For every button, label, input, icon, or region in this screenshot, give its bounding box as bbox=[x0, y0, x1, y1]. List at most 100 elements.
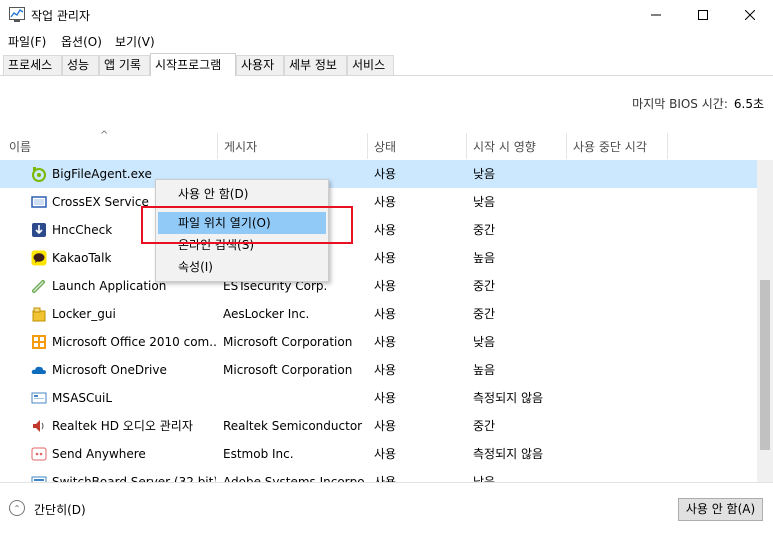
minimize-icon bbox=[651, 14, 661, 16]
title-bar: 작업 관리자 bbox=[0, 0, 773, 30]
row-name: Locker_gui bbox=[52, 307, 116, 321]
table-row[interactable]: SwitchBoard Server (32 bit) Adobe System… bbox=[0, 468, 757, 482]
table-row[interactable]: MSASCuiL 사용 측정되지 않음 bbox=[0, 384, 757, 412]
table-row[interactable]: Realtek HD 오디오 관리자 Realtek Semiconductor… bbox=[0, 412, 757, 440]
row-impact: 낮음 bbox=[473, 167, 496, 181]
row-status: 사용 bbox=[374, 251, 397, 265]
row-status: 사용 bbox=[374, 335, 397, 349]
row-impact: 중간 bbox=[473, 223, 496, 237]
row-publisher: Microsoft Corporation bbox=[223, 335, 353, 349]
menu-bar: 파일(F) 옵션(O) 보기(V) bbox=[0, 30, 773, 52]
column-disabled-time[interactable]: 사용 중단 시각 bbox=[567, 133, 667, 159]
task-manager-icon bbox=[9, 7, 25, 22]
minimize-button[interactable] bbox=[633, 0, 679, 30]
launch-icon bbox=[32, 280, 45, 293]
row-status: 사용 bbox=[374, 279, 397, 293]
row-name: Microsoft OneDrive bbox=[52, 363, 167, 377]
vertical-scrollbar[interactable] bbox=[757, 160, 773, 482]
row-name: Realtek HD 오디오 관리자 bbox=[52, 419, 193, 433]
row-status: 사용 bbox=[374, 223, 397, 237]
locker-icon bbox=[32, 307, 46, 322]
row-name: Send Anywhere bbox=[52, 447, 146, 461]
kakaotalk-icon bbox=[31, 250, 47, 266]
chevron-up-icon[interactable]: ⌃ bbox=[9, 500, 25, 516]
tab-performance[interactable]: 성능 bbox=[62, 55, 99, 75]
context-menu-disable[interactable]: 사용 안 함(D) bbox=[158, 183, 326, 205]
context-menu-open-file-location[interactable]: 파일 위치 열기(O) bbox=[158, 212, 326, 234]
table-row[interactable]: Send Anywhere Estmob Inc. 사용 측정되지 않음 bbox=[0, 440, 757, 468]
table-row[interactable]: BigFileAgent.exe 사용 낮음 bbox=[0, 160, 757, 188]
hnc-icon bbox=[32, 223, 46, 237]
crossex-icon bbox=[31, 196, 47, 208]
sendanywhere-icon bbox=[31, 447, 47, 461]
tab-details[interactable]: 세부 정보 bbox=[284, 55, 347, 75]
close-icon bbox=[745, 10, 755, 20]
row-publisher: Adobe Systems Incorpo... bbox=[223, 475, 365, 482]
scrollbar-thumb[interactable] bbox=[760, 280, 770, 450]
switchboard-icon bbox=[31, 476, 47, 482]
row-status: 사용 bbox=[374, 391, 397, 405]
bios-time-label: 마지막 BIOS 시간: bbox=[632, 97, 728, 111]
menu-view[interactable]: 보기(V) bbox=[115, 33, 155, 50]
tab-processes[interactable]: 프로세스 bbox=[3, 55, 62, 75]
column-divider[interactable] bbox=[667, 133, 668, 159]
startup-list: BigFileAgent.exe 사용 낮음 CrossEX Service 사… bbox=[0, 160, 757, 482]
maximize-icon bbox=[698, 10, 708, 20]
column-startup-impact[interactable]: 시작 시 영향 bbox=[467, 133, 566, 159]
footer: ⌃ 간단히(D) 사용 안 함(A) bbox=[0, 482, 773, 535]
row-name: SwitchBoard Server (32 bit) bbox=[52, 475, 216, 482]
context-menu: 사용 안 함(D) 파일 위치 열기(O) 온라인 검색(S) 속성(I) bbox=[155, 179, 329, 282]
row-name: MSASCuiL bbox=[52, 391, 113, 405]
menu-options[interactable]: 옵션(O) bbox=[61, 33, 102, 50]
row-publisher: AesLocker Inc. bbox=[223, 307, 310, 321]
row-status: 사용 bbox=[374, 363, 397, 377]
row-status: 사용 bbox=[374, 419, 397, 433]
fewer-details-link[interactable]: 간단히(D) bbox=[34, 501, 86, 518]
bigfile-icon bbox=[32, 167, 46, 182]
column-publisher[interactable]: 게시자 bbox=[218, 133, 367, 159]
onedrive-icon bbox=[31, 366, 46, 374]
bios-time: 마지막 BIOS 시간: 6.5초 bbox=[632, 95, 764, 112]
disable-button[interactable]: 사용 안 함(A) bbox=[678, 498, 763, 521]
row-impact: 중간 bbox=[473, 419, 496, 433]
row-status: 사용 bbox=[374, 447, 397, 461]
row-impact: 중간 bbox=[473, 307, 496, 321]
speaker-icon bbox=[33, 420, 44, 432]
context-menu-search-online[interactable]: 온라인 검색(S) bbox=[158, 234, 326, 256]
row-impact: 측정되지 않음 bbox=[473, 447, 544, 461]
row-status: 사용 bbox=[374, 167, 397, 181]
column-status[interactable]: 상태 bbox=[368, 133, 466, 159]
tab-startup[interactable]: 시작프로그램 bbox=[150, 53, 236, 76]
row-impact: 낮음 bbox=[473, 195, 496, 209]
row-impact: 높음 bbox=[473, 251, 496, 265]
table-row[interactable]: Microsoft OneDrive Microsoft Corporation… bbox=[0, 356, 757, 384]
context-menu-properties[interactable]: 속성(I) bbox=[158, 256, 326, 278]
close-button[interactable] bbox=[727, 0, 773, 30]
row-impact: 측정되지 않음 bbox=[473, 391, 544, 405]
tab-app-history[interactable]: 앱 기록 bbox=[99, 55, 150, 75]
row-name: Microsoft Office 2010 com... bbox=[52, 335, 216, 349]
msascuil-icon bbox=[31, 392, 47, 404]
table-row[interactable]: CrossEX Service 사용 낮음 bbox=[0, 188, 757, 216]
row-impact: 중간 bbox=[473, 279, 496, 293]
table-row[interactable]: KakaoTalk 사용 높음 bbox=[0, 244, 757, 272]
column-name[interactable]: 이름 bbox=[3, 133, 217, 159]
bios-time-value: 6.5초 bbox=[733, 97, 764, 111]
menu-file[interactable]: 파일(F) bbox=[8, 33, 46, 50]
row-impact: 낮음 bbox=[473, 335, 496, 349]
table-row[interactable]: HncCheck 사용 중간 bbox=[0, 216, 757, 244]
row-status: 사용 bbox=[374, 195, 397, 209]
table-row[interactable]: Microsoft Office 2010 com... Microsoft C… bbox=[0, 328, 757, 356]
table-row[interactable]: Locker_gui AesLocker Inc. 사용 중간 bbox=[0, 300, 757, 328]
table-row[interactable]: Launch Application ESTsecurity Corp. 사용 … bbox=[0, 272, 757, 300]
row-impact: 높음 bbox=[473, 363, 496, 377]
maximize-button[interactable] bbox=[680, 0, 726, 30]
window-title: 작업 관리자 bbox=[31, 9, 91, 23]
row-status: 사용 bbox=[374, 475, 397, 482]
column-header: ^ 이름 게시자 상태 시작 시 영향 사용 중단 시각 bbox=[0, 130, 757, 159]
tab-users[interactable]: 사용자 bbox=[236, 55, 284, 75]
row-publisher: Estmob Inc. bbox=[223, 447, 294, 461]
tab-services[interactable]: 서비스 bbox=[347, 55, 394, 75]
row-impact: 낮음 bbox=[473, 475, 496, 482]
row-status: 사용 bbox=[374, 307, 397, 321]
